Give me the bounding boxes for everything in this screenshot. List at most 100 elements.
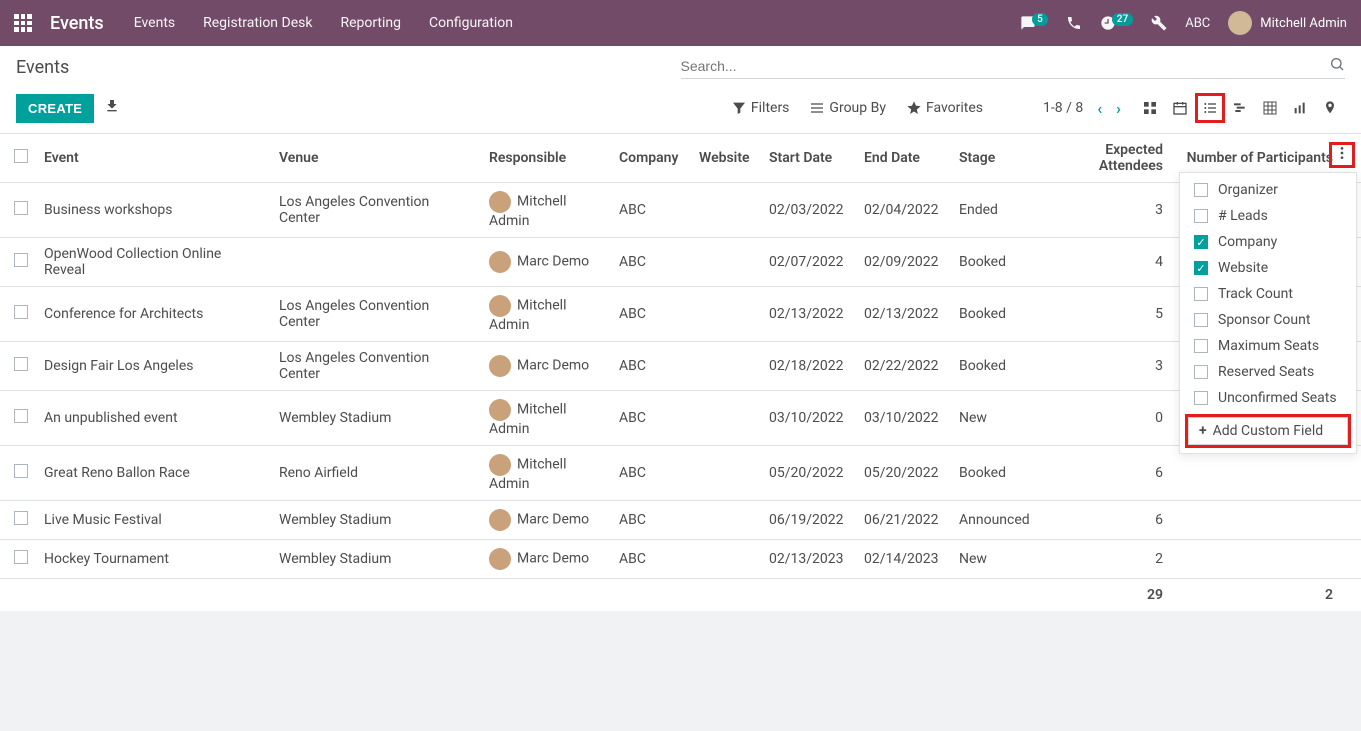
cell-event: Business workshops: [36, 183, 271, 238]
optional-column-item[interactable]: Sponsor Count: [1180, 307, 1356, 333]
cell-responsible: Mitchell Admin: [481, 183, 611, 238]
cell-venue: Wembley Stadium: [271, 540, 481, 579]
row-checkbox[interactable]: [14, 201, 28, 215]
cell-start: 03/10/2022: [761, 391, 856, 446]
cell-expected: 0: [1046, 391, 1171, 446]
nav-link-reporting[interactable]: Reporting: [340, 15, 401, 31]
cell-end: 02/22/2022: [856, 342, 951, 391]
company-switcher[interactable]: ABC: [1185, 16, 1210, 31]
optional-column-item[interactable]: ✓Company: [1180, 229, 1356, 255]
kanban-view-button[interactable]: [1135, 93, 1165, 123]
plus-icon: +: [1199, 423, 1207, 439]
table-row[interactable]: OpenWood Collection Online RevealMarc De…: [0, 238, 1361, 287]
cell-event: Conference for Architects: [36, 287, 271, 342]
table-row[interactable]: An unpublished eventWembley StadiumMitch…: [0, 391, 1361, 446]
row-checkbox[interactable]: [14, 550, 28, 564]
cell-expected: 4: [1046, 238, 1171, 287]
optional-column-label: Sponsor Count: [1218, 312, 1310, 328]
col-start[interactable]: Start Date: [761, 134, 856, 183]
table-header-row: Event Venue Responsible Company Website …: [0, 134, 1361, 183]
optional-column-label: Track Count: [1218, 286, 1293, 302]
import-icon[interactable]: [104, 98, 120, 118]
row-checkbox[interactable]: [14, 464, 28, 478]
optional-column-item[interactable]: Unconfirmed Seats: [1180, 385, 1356, 411]
col-venue[interactable]: Venue: [271, 134, 481, 183]
col-event[interactable]: Event: [36, 134, 271, 183]
optional-column-label: Reserved Seats: [1218, 364, 1314, 380]
pager-next[interactable]: ›: [1116, 99, 1121, 118]
table-row[interactable]: Conference for ArchitectsLos Angeles Con…: [0, 287, 1361, 342]
row-checkbox[interactable]: [14, 305, 28, 319]
control-panel: Events CREATE Filters Group By Favorites: [0, 46, 1361, 134]
col-company[interactable]: Company: [611, 134, 691, 183]
group-by-button[interactable]: Group By: [809, 100, 886, 116]
cell-participants: [1171, 540, 1361, 579]
nav-link-registration-desk[interactable]: Registration Desk: [203, 15, 312, 31]
col-expected[interactable]: Expected Attendees: [1046, 134, 1171, 183]
favorites-button[interactable]: Favorites: [906, 100, 983, 116]
col-stage[interactable]: Stage: [951, 134, 1046, 183]
optional-column-item[interactable]: Track Count: [1180, 281, 1356, 307]
optional-column-label: Website: [1218, 260, 1268, 276]
messages-icon[interactable]: 5: [1020, 15, 1048, 31]
cell-company: ABC: [611, 238, 691, 287]
table-row[interactable]: Design Fair Los AngelesLos Angeles Conve…: [0, 342, 1361, 391]
row-checkbox[interactable]: [14, 409, 28, 423]
debug-icon[interactable]: [1151, 15, 1167, 31]
map-view-button[interactable]: [1315, 93, 1345, 123]
nav-link-configuration[interactable]: Configuration: [429, 15, 513, 31]
col-website[interactable]: Website: [691, 134, 761, 183]
cell-company: ABC: [611, 183, 691, 238]
optional-column-item[interactable]: Reserved Seats: [1180, 359, 1356, 385]
pivot-view-button[interactable]: [1255, 93, 1285, 123]
cell-start: 05/20/2022: [761, 446, 856, 501]
activities-icon[interactable]: 27: [1100, 15, 1133, 31]
funnel-icon: [731, 100, 747, 116]
row-checkbox[interactable]: [14, 253, 28, 267]
cell-start: 02/18/2022: [761, 342, 856, 391]
cell-start: 02/07/2022: [761, 238, 856, 287]
phone-icon[interactable]: [1066, 15, 1082, 31]
select-all-checkbox[interactable]: [14, 149, 28, 163]
optional-columns-menu: Organizer# Leads✓Company✓Website Track Co…: [1179, 172, 1357, 454]
table-row[interactable]: Business workshopsLos Angeles Convention…: [0, 183, 1361, 238]
optional-columns-dropdown-icon[interactable]: [1329, 142, 1355, 168]
graph-view-button[interactable]: [1285, 93, 1315, 123]
search-icon[interactable]: [1329, 56, 1345, 76]
table-row[interactable]: Great Reno Ballon RaceReno AirfieldMitch…: [0, 446, 1361, 501]
checkbox-icon: [1194, 391, 1208, 405]
optional-column-item[interactable]: Organizer: [1180, 177, 1356, 203]
cell-company: ABC: [611, 391, 691, 446]
gantt-view-button[interactable]: [1225, 93, 1255, 123]
checkbox-icon: [1194, 287, 1208, 301]
nav-link-events[interactable]: Events: [134, 15, 175, 31]
pager-prev[interactable]: ‹: [1097, 99, 1102, 118]
row-checkbox[interactable]: [14, 357, 28, 371]
user-menu[interactable]: Mitchell Admin: [1228, 11, 1347, 35]
avatar-icon: [489, 454, 511, 476]
cell-start: 02/03/2022: [761, 183, 856, 238]
avatar-icon: [1228, 11, 1252, 35]
optional-column-item[interactable]: # Leads: [1180, 203, 1356, 229]
add-custom-field-button[interactable]: +Add Custom Field: [1188, 417, 1348, 445]
optional-column-item[interactable]: Maximum Seats: [1180, 333, 1356, 359]
col-responsible[interactable]: Responsible: [481, 134, 611, 183]
search-input[interactable]: [681, 58, 1330, 74]
row-checkbox[interactable]: [14, 511, 28, 525]
cell-expected: 3: [1046, 342, 1171, 391]
cell-stage: Booked: [951, 342, 1046, 391]
table-row[interactable]: Live Music FestivalWembley StadiumMarc D…: [0, 501, 1361, 540]
pager-text[interactable]: 1-8 / 8: [1043, 100, 1083, 116]
table-row[interactable]: Hockey TournamentWembley StadiumMarc Dem…: [0, 540, 1361, 579]
optional-column-item[interactable]: ✓Website: [1180, 255, 1356, 281]
filters-button[interactable]: Filters: [731, 100, 790, 116]
col-end[interactable]: End Date: [856, 134, 951, 183]
list-view-button[interactable]: [1195, 93, 1225, 123]
calendar-view-button[interactable]: [1165, 93, 1195, 123]
footer-area: [0, 611, 1361, 731]
create-button[interactable]: CREATE: [16, 94, 94, 123]
cell-responsible: Marc Demo: [481, 342, 611, 391]
cell-end: 05/20/2022: [856, 446, 951, 501]
apps-icon[interactable]: [14, 14, 32, 32]
avatar-icon: [489, 295, 511, 317]
